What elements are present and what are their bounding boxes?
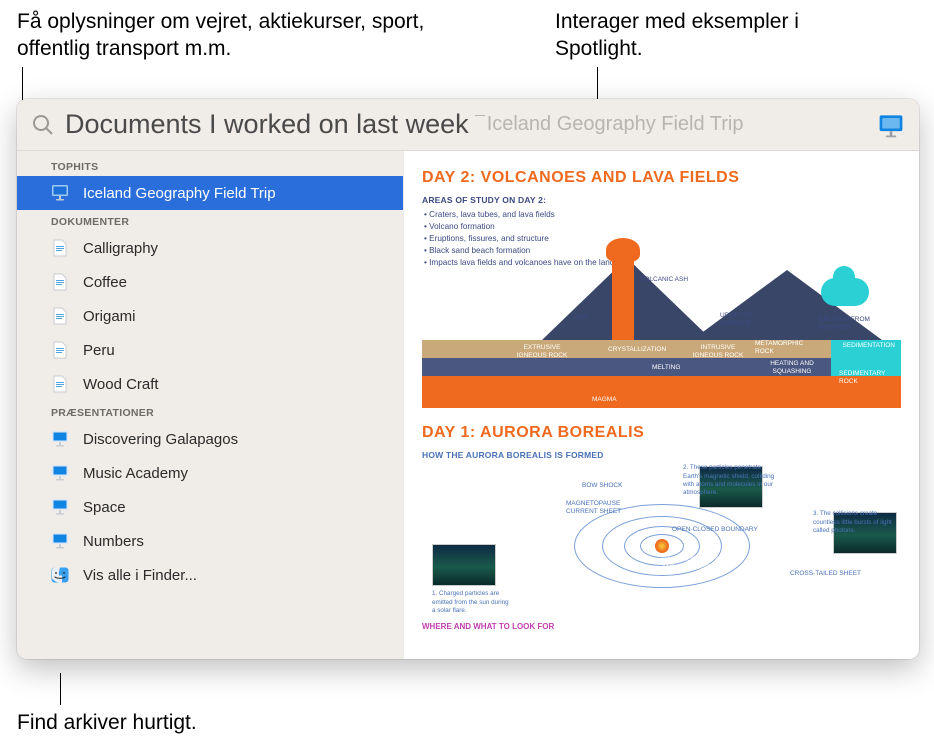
caption-2: 2. These particles penetrate Earth's mag… [683,464,779,497]
result-label: Wood Craft [83,376,159,393]
result-label: Vis alle i Finder... [83,567,197,584]
show-all-in-finder[interactable]: Vis alle i Finder... [17,558,403,592]
document-icon [51,239,69,257]
preview-day2-title: DAY 2: VOLCANOES AND LAVA FIELDS [422,169,901,187]
label-radiation: RADIATION BELTS AND RING CURRENTS [662,556,732,570]
label-magma: MAGMA [592,396,617,403]
finder-icon [51,566,69,584]
magma-band [422,376,901,408]
result-label: Peru [83,342,115,359]
document-icon [51,375,69,393]
keynote-icon [51,464,69,482]
label-crystallization: CRYSTALLIZATION [608,346,666,353]
caption-1: 1. Charged particles are emitted from th… [432,590,512,615]
result-label: Calligraphy [83,240,158,257]
keynote-icon [51,184,69,202]
result-iceland-geography[interactable]: Iceland Geography Field Trip [17,176,403,210]
label-sedimentary: SEDIMENTARY ROCK [839,370,895,384]
result-label: Coffee [83,274,127,291]
spotlight-window: Documents I worked on last week Iceland … [17,99,919,659]
search-completion: Iceland Geography Field Trip [487,113,877,136]
keynote-icon [51,498,69,516]
result-label: Space [83,499,126,516]
result-label: Numbers [83,533,144,550]
spotlight-body: TOPHITS Iceland Geography Field Trip DOK… [17,151,919,659]
earth-core [655,539,669,553]
result-music-academy[interactable]: Music Academy [17,456,403,490]
search-input-text[interactable]: Documents I worked on last week [65,109,469,140]
label-erosion: EROSION FROM WEATHER [819,316,899,330]
section-tophits: TOPHITS [17,155,403,176]
keynote-icon [51,430,69,448]
aurora-thumb-1 [432,544,496,586]
lava-spout [612,248,634,340]
label-lava: LAVA [572,314,588,321]
keynote-app-icon [877,111,905,139]
result-label: Origami [83,308,136,325]
cloud-icon [821,278,869,306]
callout-bottom: Find arkiver hurtigt. [17,709,197,736]
result-galapagos[interactable]: Discovering Galapagos [17,422,403,456]
result-label: Music Academy [83,465,188,482]
document-icon [51,273,69,291]
search-icon [31,113,55,137]
section-documents: DOKUMENTER [17,210,403,231]
result-calligraphy[interactable]: Calligraphy [17,231,403,265]
label-sedimentation: SEDIMENTATION [843,342,895,349]
label-cross-tail: CROSS-TAILED SHEET [790,570,861,577]
keynote-icon [51,532,69,550]
results-sidebar: TOPHITS Iceland Geography Field Trip DOK… [17,151,403,659]
document-icon [51,307,69,325]
label-metamorphic: METAMORPHIC ROCK [755,340,815,354]
label-melting: MELTING [652,364,680,371]
caption-3: 3. The collisions create countless littl… [813,510,899,535]
result-label: Iceland Geography Field Trip [83,185,276,202]
callout-top-left: Få oplysninger om vejret, aktiekurser, s… [17,8,437,63]
section-presentations: PRÆSENTATIONER [17,401,403,422]
preview-day1-section: DAY 1: AURORA BOREALIS HOW THE AURORA BO… [422,424,901,631]
result-numbers[interactable]: Numbers [17,524,403,558]
volcano-diagram: VOLCANIC ASH LAVA UPLIFT TO SURFACE EROS… [422,200,901,408]
result-space[interactable]: Space [17,490,403,524]
preview-pane[interactable]: DAY 2: VOLCANOES AND LAVA FIELDS AREAS O… [403,151,919,659]
result-wood-craft[interactable]: Wood Craft [17,367,403,401]
result-peru[interactable]: Peru [17,333,403,367]
label-heating: HEATING AND SQUASHING [765,360,819,374]
aurora-diagram: 1. Charged particles are emitted from th… [422,466,901,616]
search-bar[interactable]: Documents I worked on last week Iceland … [17,99,919,151]
label-extrusive: EXTRUSIVE IGNEOUS ROCK [514,344,570,358]
where-heading: WHERE AND WHAT TO LOOK FOR [422,622,901,631]
callout-top-right: Interager med eksempler i Spotlight. [555,8,855,63]
preview-day1-title: DAY 1: AURORA BOREALIS [422,424,901,442]
label-open-closed: OPEN-CLOSED BOUNDARY [672,526,758,533]
document-icon [51,341,69,359]
result-coffee[interactable]: Coffee [17,265,403,299]
result-origami[interactable]: Origami [17,299,403,333]
leader-line [60,673,61,705]
label-bow-shock: BOW SHOCK [582,482,622,489]
label-intrusive: INTRUSIVE IGNEOUS ROCK [686,344,750,358]
label-volcanic-ash: VOLCANIC ASH [640,276,688,283]
result-label: Discovering Galapagos [83,431,238,448]
preview-day1-subtitle: HOW THE AURORA BOREALIS IS FORMED [422,450,901,460]
label-magnetopause: MAGNETOPAUSE CURRENT SHEET [566,500,622,514]
label-uplift: UPLIFT TO SURFACE [720,312,770,326]
